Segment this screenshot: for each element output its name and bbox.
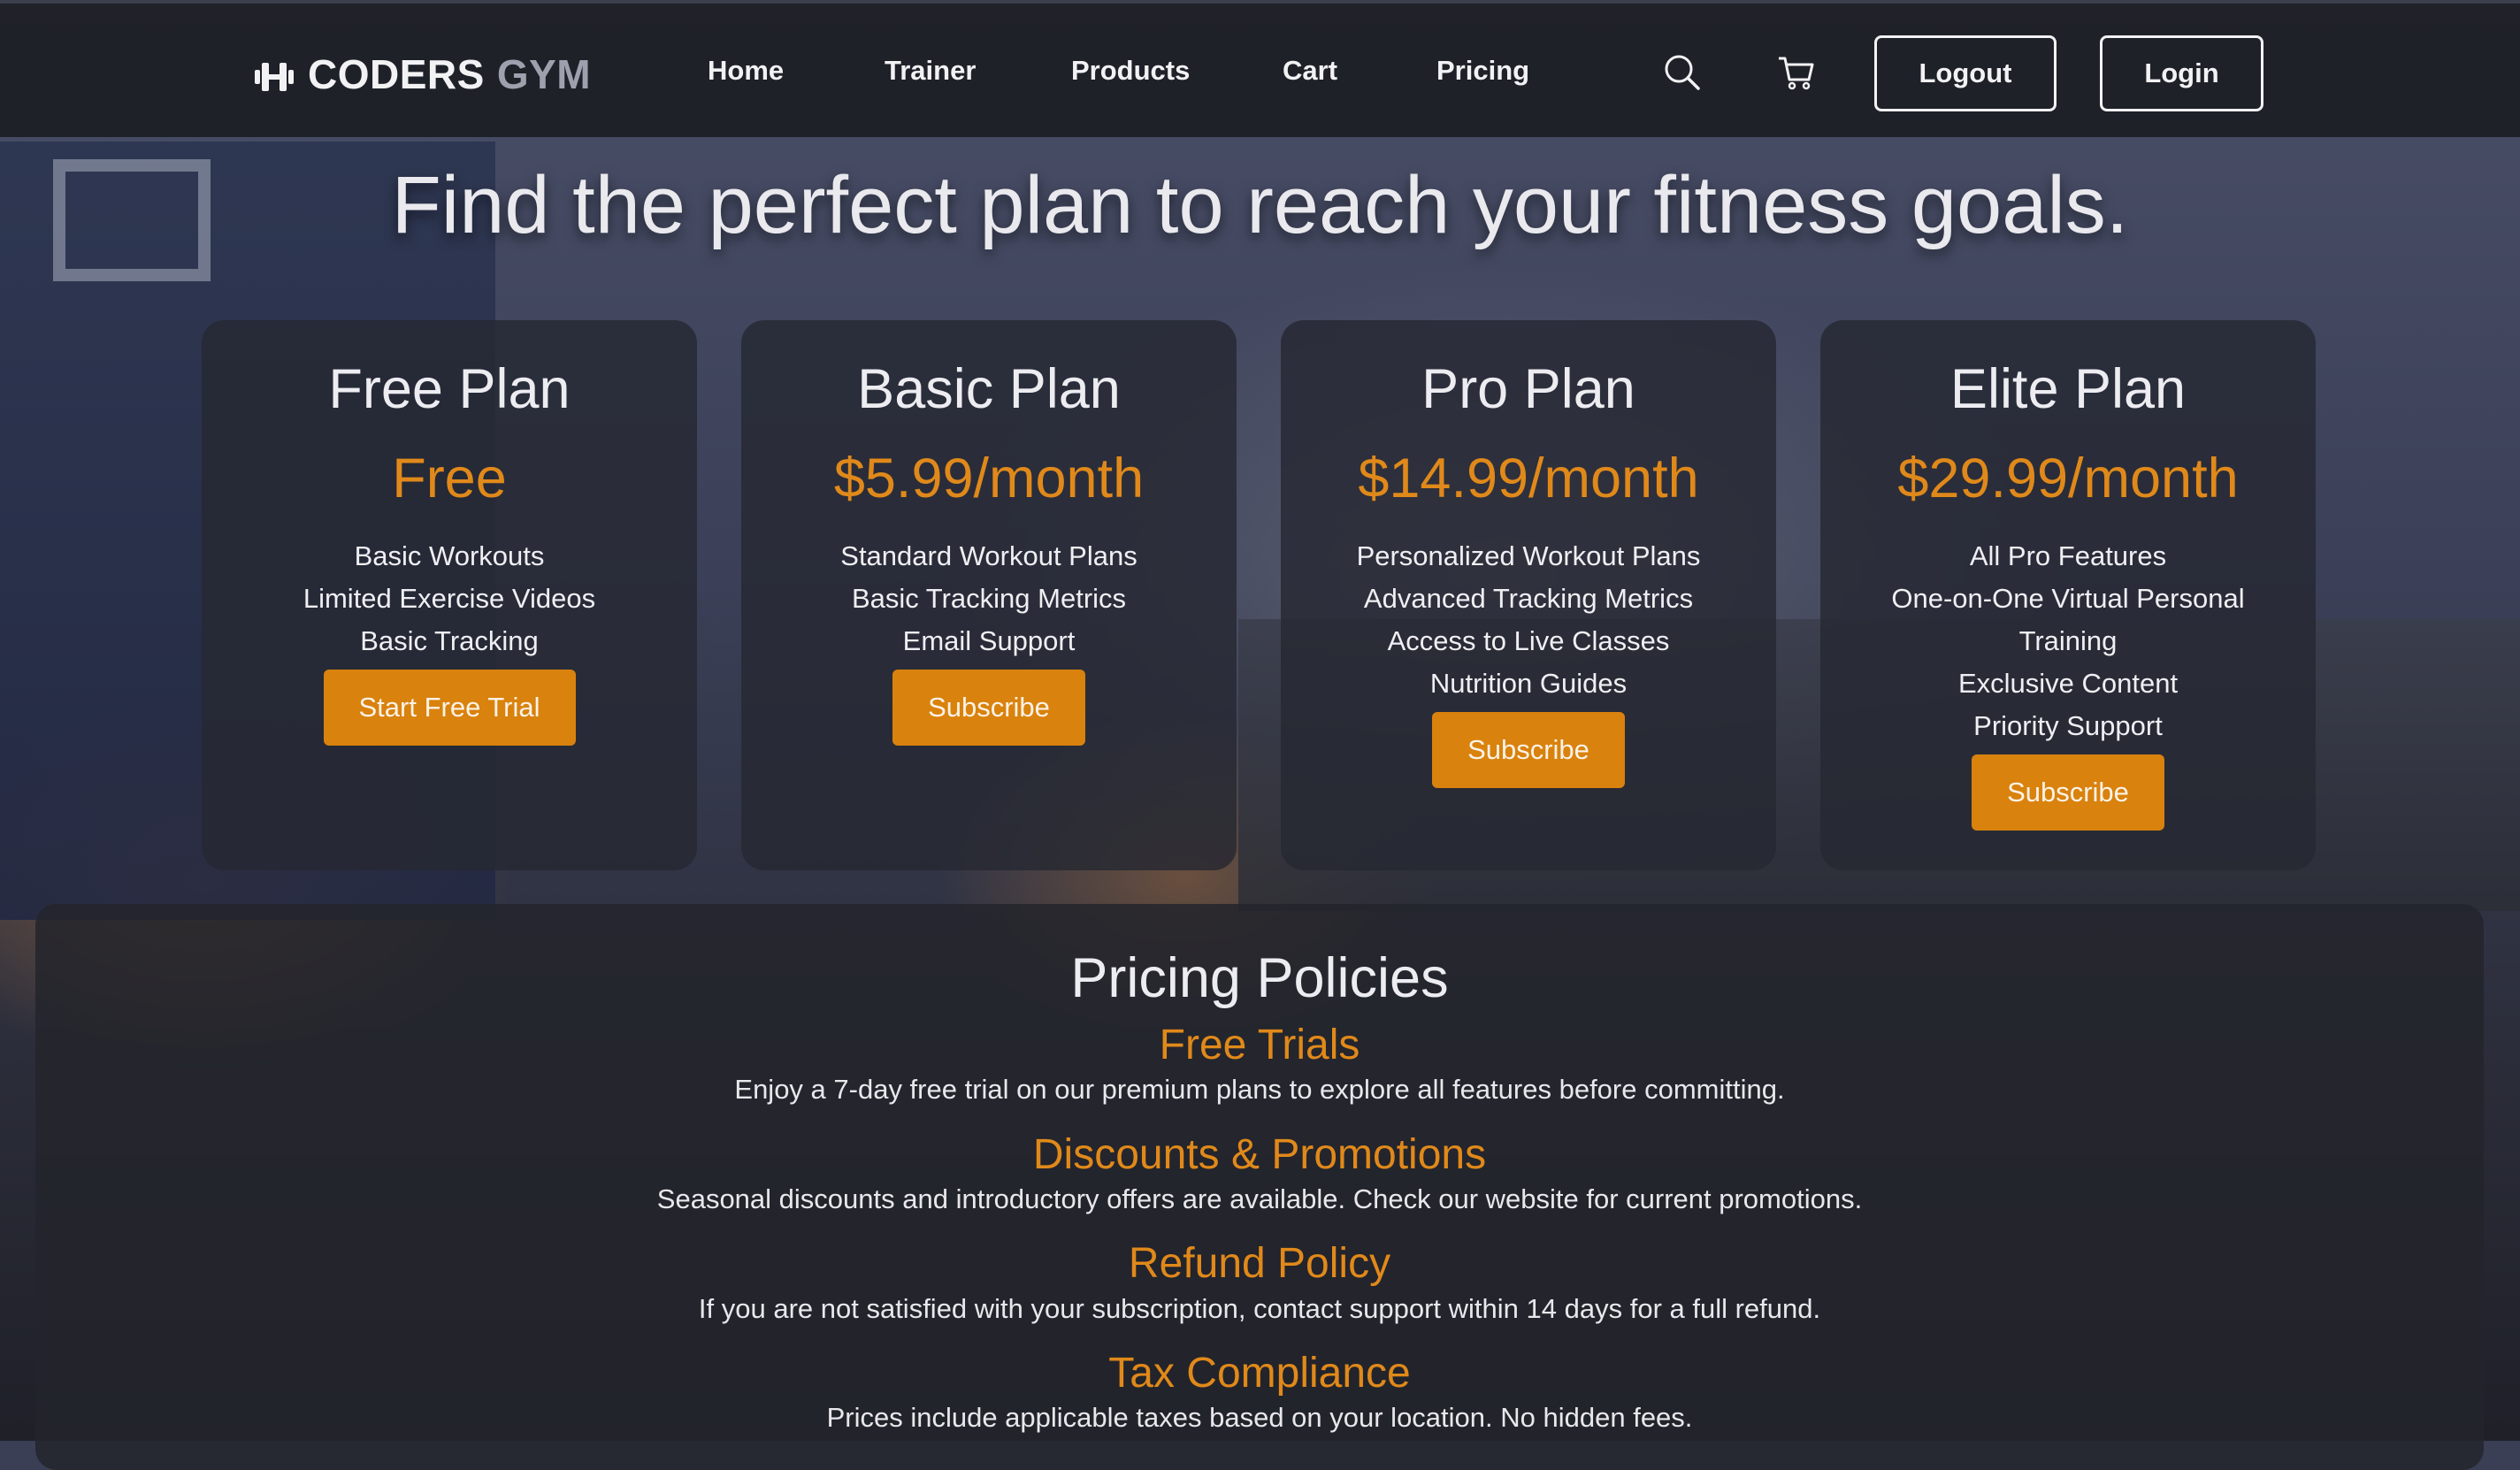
nav-link-cart[interactable]: Cart <box>1283 55 1337 87</box>
policies-title: Pricing Policies <box>1070 947 1449 1009</box>
plan-name: Free Plan <box>328 358 571 420</box>
plan-feature: Basic Tracking Metrics <box>851 582 1127 614</box>
logo-text-secondary: GYM <box>496 51 592 97</box>
plan-name: Elite Plan <box>1949 358 2187 420</box>
plan-features: Standard Workout Plans Basic Tracking Me… <box>741 535 1237 662</box>
policy-heading-tax: Tax Compliance <box>1108 1350 1411 1397</box>
plan-feature: Priority Support <box>1973 709 2163 741</box>
subscribe-button[interactable]: Subscribe <box>1972 754 2164 831</box>
pricing-policies-panel: Pricing Policies Free Trials Enjoy a 7-d… <box>35 904 2484 1470</box>
page-title: Find the perfect plan to reach your fitn… <box>391 160 2129 250</box>
plan-feature: Email Support <box>902 624 1076 656</box>
nav-link-trainer[interactable]: Trainer <box>885 55 976 87</box>
plan-name: Pro Plan <box>1421 358 1635 420</box>
logo[interactable]: CODERS GYM <box>253 50 591 99</box>
plan-name: Basic Plan <box>857 358 1121 420</box>
cart-icon[interactable] <box>1776 53 1815 92</box>
search-icon[interactable] <box>1663 53 1702 92</box>
plan-features: Personalized Workout Plans Advanced Trac… <box>1281 535 1776 705</box>
login-button[interactable]: Login <box>2100 35 2263 111</box>
policy-text-free-trials: Enjoy a 7-day free trial on our premium … <box>734 1074 1785 1106</box>
plan-features: Basic Workouts Limited Exercise Videos B… <box>202 535 697 662</box>
policy-heading-discounts: Discounts & Promotions <box>1032 1130 1487 1178</box>
nav-link-products[interactable]: Products <box>1071 55 1190 87</box>
plan-feature: Personalized Workout Plans <box>1356 540 1701 571</box>
plan-feature: Advanced Tracking Metrics <box>1363 582 1694 614</box>
plan-feature: All Pro Features <box>1969 540 2167 571</box>
plan-feature: Limited Exercise Videos <box>303 582 596 614</box>
plan-card-pro: Pro Plan $14.99/month Personalized Worko… <box>1281 320 1776 870</box>
plan-card-elite: Elite Plan $29.99/month All Pro Features… <box>1820 320 2316 870</box>
policy-text-tax: Prices include applicable taxes based on… <box>826 1402 1693 1434</box>
plan-price: Free <box>392 448 507 510</box>
policy-text-discounts: Seasonal discounts and introductory offe… <box>656 1183 1863 1214</box>
policy-heading-free-trials: Free Trials <box>1159 1022 1360 1068</box>
logout-button[interactable]: Logout <box>1874 35 2057 111</box>
start-free-trial-button[interactable]: Start Free Trial <box>323 669 576 746</box>
plan-card-basic: Basic Plan $5.99/month Standard Workout … <box>741 320 1237 870</box>
nav-link-pricing[interactable]: Pricing <box>1436 55 1529 87</box>
plan-card-free: Free Plan Free Basic Workouts Limited Ex… <box>202 320 697 870</box>
plan-feature: Standard Workout Plans <box>840 540 1137 571</box>
policy-text-refund: If you are not satisfied with your subsc… <box>698 1292 1821 1324</box>
plan-price: $29.99/month <box>1897 448 2239 510</box>
dumbbell-icon <box>253 57 295 92</box>
plan-feature: One-on-One Virtual Personal Training <box>1891 582 2245 656</box>
plan-features: All Pro Features One-on-One Virtual Pers… <box>1820 535 2316 747</box>
subscribe-button[interactable]: Subscribe <box>1432 711 1625 788</box>
plan-feature: Exclusive Content <box>1957 667 2179 699</box>
navbar: CODERS GYM Home Trainer Products Cart Pr… <box>0 0 2520 137</box>
plan-feature: Access to Live Classes <box>1387 624 1670 656</box>
plan-price: $5.99/month <box>833 448 1145 510</box>
nav-link-home[interactable]: Home <box>708 55 784 87</box>
policy-heading-refund: Refund Policy <box>1128 1240 1391 1288</box>
plan-feature: Basic Workouts <box>354 540 545 571</box>
subscribe-button[interactable]: Subscribe <box>892 669 1085 746</box>
plan-feature: Nutrition Guides <box>1429 667 1628 699</box>
logo-text-primary: CODERS <box>308 51 485 97</box>
plan-price: $14.99/month <box>1358 448 1699 510</box>
plan-feature: Basic Tracking <box>360 624 539 656</box>
